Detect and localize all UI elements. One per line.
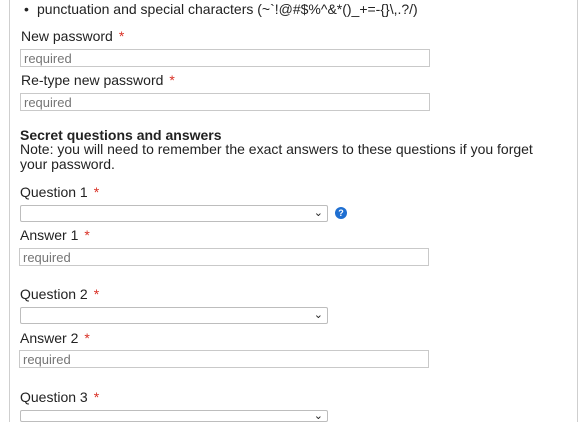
answer-2-input[interactable] bbox=[19, 350, 429, 368]
retype-password-input[interactable] bbox=[20, 93, 430, 111]
question-2-label-text: Question 2 bbox=[20, 286, 88, 302]
required-marker: * bbox=[169, 72, 175, 88]
required-marker: * bbox=[84, 330, 90, 346]
answer-2-label-text: Answer 2 bbox=[20, 330, 79, 346]
question-3-select[interactable]: ⌄ bbox=[20, 410, 328, 422]
question-1-label: Question 1 * bbox=[20, 184, 99, 200]
required-marker: * bbox=[93, 286, 100, 302]
secret-questions-note: Note: you will need to remember the exac… bbox=[20, 141, 533, 172]
required-marker: * bbox=[93, 184, 100, 200]
password-rule-punctuation: punctuation and special characters (~`!@… bbox=[37, 1, 418, 17]
new-password-label-text: New password bbox=[21, 28, 113, 44]
retype-password-label: Re-type new password * bbox=[21, 72, 175, 88]
new-password-label: New password * bbox=[21, 28, 124, 44]
question-3-label: Question 3 * bbox=[20, 389, 99, 405]
required-marker: * bbox=[93, 389, 100, 405]
help-icon[interactable]: ? bbox=[335, 207, 347, 219]
question-3-label-text: Question 3 bbox=[20, 389, 88, 405]
required-marker: * bbox=[118, 28, 125, 44]
answer-1-input[interactable] bbox=[19, 248, 429, 266]
new-password-input[interactable] bbox=[20, 49, 430, 67]
retype-password-label-text: Re-type new password bbox=[21, 72, 164, 88]
answer-1-label: Answer 1 * bbox=[20, 227, 90, 243]
question-1-select[interactable]: ⌄ bbox=[20, 205, 328, 222]
question-2-select[interactable]: ⌄ bbox=[20, 307, 328, 324]
bullet-icon: • bbox=[24, 1, 29, 17]
answer-1-label-text: Answer 1 bbox=[20, 227, 79, 243]
question-1-label-text: Question 1 bbox=[20, 184, 88, 200]
answer-2-label: Answer 2 * bbox=[20, 330, 90, 346]
chevron-down-icon: ⌄ bbox=[313, 309, 323, 321]
chevron-down-icon: ⌄ bbox=[313, 207, 323, 219]
required-marker: * bbox=[84, 227, 90, 243]
question-2-label: Question 2 * bbox=[20, 286, 99, 302]
